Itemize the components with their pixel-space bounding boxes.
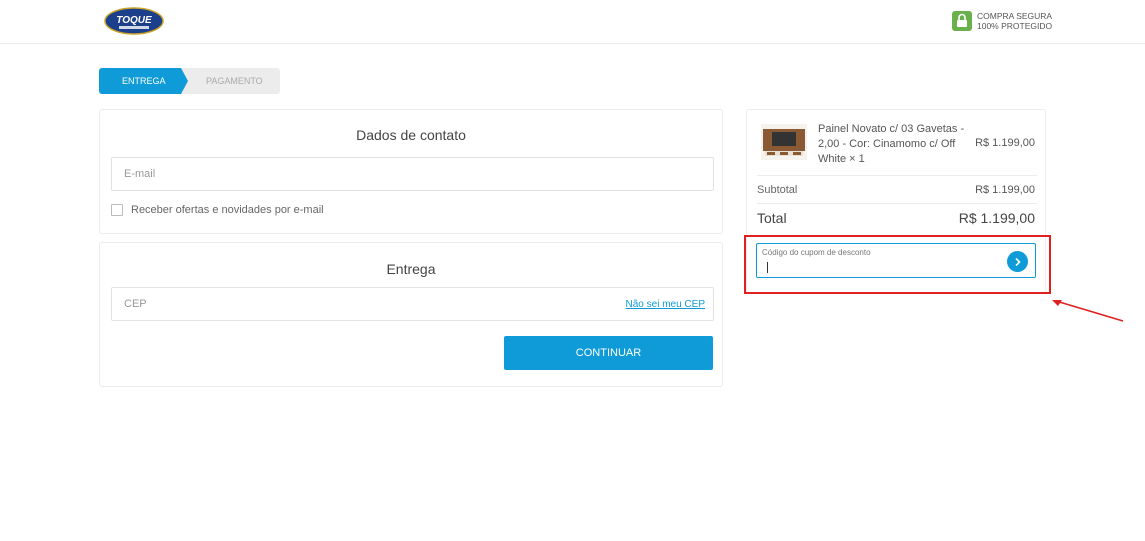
- email-input[interactable]: E-mail: [111, 157, 714, 191]
- cep-help-link[interactable]: Não sei meu CEP: [626, 299, 705, 310]
- header: TOQUE COMPRA SEGURA 100% PROTEGIDO: [0, 0, 1145, 44]
- product-price: R$ 1.199,00: [975, 137, 1035, 149]
- step-entrega[interactable]: ENTREGA: [99, 68, 188, 94]
- total-label: Total: [757, 210, 787, 226]
- secure-line1: COMPRA SEGURA: [977, 11, 1053, 21]
- subtotal-label: Subtotal: [757, 184, 798, 196]
- step-pagamento[interactable]: PAGAMENTO: [181, 68, 280, 94]
- continue-button[interactable]: CONTINUAR: [504, 336, 713, 370]
- cep-placeholder: CEP: [124, 298, 147, 310]
- toque-logo[interactable]: TOQUE: [104, 6, 164, 36]
- contact-title: Dados de contato: [356, 127, 466, 143]
- annotation-highlight-box: [744, 235, 1051, 294]
- annotation-arrow-icon: [1052, 300, 1124, 322]
- newsletter-checkbox[interactable]: [111, 204, 123, 216]
- newsletter-label: Receber ofertas e novidades por e-mail: [131, 204, 324, 216]
- subtotal-value: R$ 1.199,00: [975, 184, 1035, 196]
- logo-text: TOQUE: [116, 15, 152, 26]
- secure-badge: COMPRA SEGURA 100% PROTEGIDO: [952, 11, 1052, 31]
- divider: [757, 203, 1037, 204]
- newsletter-row[interactable]: Receber ofertas e novidades por e-mail: [111, 204, 324, 216]
- delivery-card: Entrega CEP Não sei meu CEP CONTINUAR: [99, 242, 723, 387]
- cep-input[interactable]: CEP Não sei meu CEP: [111, 287, 714, 321]
- checkout-steps: ENTREGA PAGAMENTO: [99, 68, 280, 94]
- product-name: Painel Novato c/ 03 Gavetas - 2,00 - Cor…: [818, 123, 965, 165]
- secure-line2: 100% PROTEGIDO: [977, 21, 1053, 31]
- product-image: [761, 124, 807, 160]
- lock-icon: [952, 11, 972, 31]
- divider: [757, 175, 1037, 176]
- delivery-title: Entrega: [386, 261, 436, 277]
- contact-card: Dados de contato E-mail Receber ofertas …: [99, 109, 723, 234]
- total-value: R$ 1.199,00: [958, 210, 1035, 226]
